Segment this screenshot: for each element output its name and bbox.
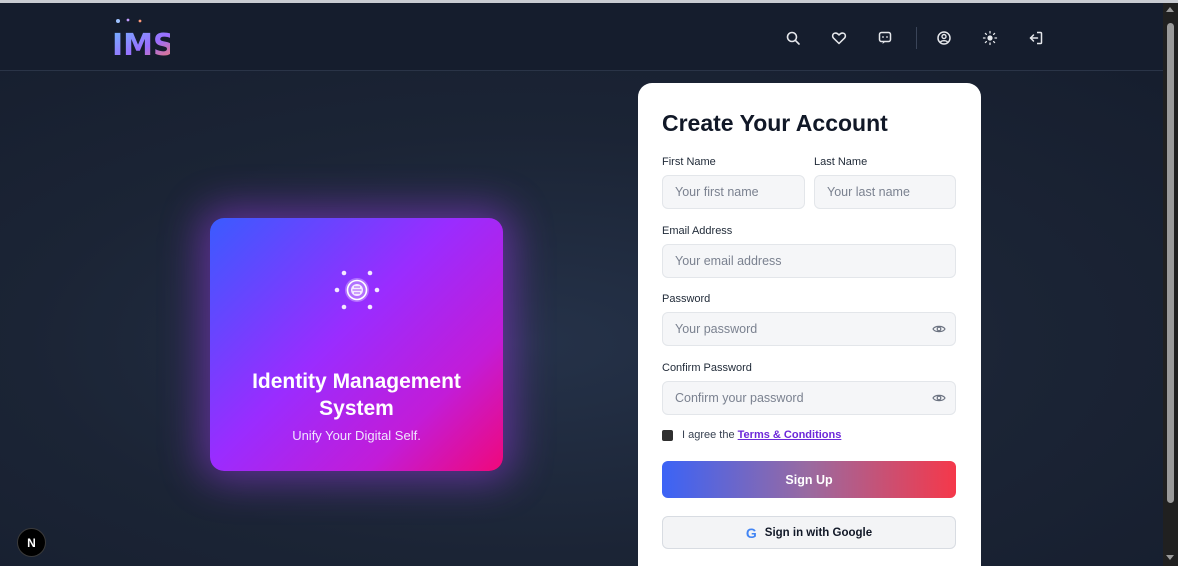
last-name-label: Last Name [814, 156, 868, 168]
google-icon: G [745, 524, 757, 541]
scrollbar-thumb[interactable] [1167, 23, 1174, 503]
hero-title: Identity Management System [252, 370, 461, 420]
signup-card: Create Your Account First Name Last Name… [638, 83, 981, 566]
google-sign-in-button[interactable]: G Sign in with Google [662, 516, 956, 549]
sun-icon[interactable] [975, 23, 1005, 53]
terms-agreement: I agree the Terms & Conditions [682, 429, 841, 441]
scroll-up-arrow-icon[interactable] [1166, 7, 1174, 12]
google-sign-in-label: Sign in with Google [764, 526, 873, 539]
email-input[interactable] [662, 244, 956, 278]
first-name-input[interactable] [662, 175, 805, 209]
show-password-eye-icon[interactable] [932, 322, 946, 336]
nextjs-badge[interactable]: N [17, 528, 46, 557]
scroll-down-arrow-icon[interactable] [1166, 555, 1174, 560]
last-name-input[interactable] [814, 175, 956, 209]
terms-link[interactable]: Terms & Conditions [738, 429, 842, 441]
sign-up-button[interactable]: Sign Up [662, 461, 956, 498]
terms-checkbox[interactable] [662, 430, 673, 441]
search-icon[interactable] [778, 23, 808, 53]
ims-logo[interactable]: IMS [110, 15, 170, 59]
main-area [0, 71, 1163, 566]
user-circle-icon[interactable] [929, 23, 959, 53]
confirm-password-input[interactable] [662, 381, 956, 415]
logout-icon[interactable] [1021, 23, 1051, 53]
email-label: Email Address [662, 225, 733, 237]
show-confirm-password-eye-icon[interactable] [932, 391, 946, 405]
first-name-label: First Name [662, 156, 716, 168]
page-scrollbar[interactable] [1163, 3, 1178, 566]
top-navbar: IMS [0, 3, 1163, 71]
password-label: Password [662, 293, 711, 305]
agree-text: I agree the [682, 429, 738, 441]
hero-card: Identity Management System Unify Your Dig… [210, 218, 503, 471]
password-input[interactable] [662, 312, 956, 346]
chat-icon[interactable] [870, 23, 900, 53]
confirm-password-label: Confirm Password [662, 362, 752, 374]
header-divider [916, 27, 917, 49]
form-title: Create Your Account [662, 110, 888, 136]
hero-subtitle: Unify Your Digital Self. [292, 428, 421, 443]
heart-icon[interactable] [824, 23, 854, 53]
svg-text:IMS: IMS [112, 28, 170, 59]
header-icon-bar [778, 23, 1067, 53]
identity-network-icon [334, 270, 380, 310]
